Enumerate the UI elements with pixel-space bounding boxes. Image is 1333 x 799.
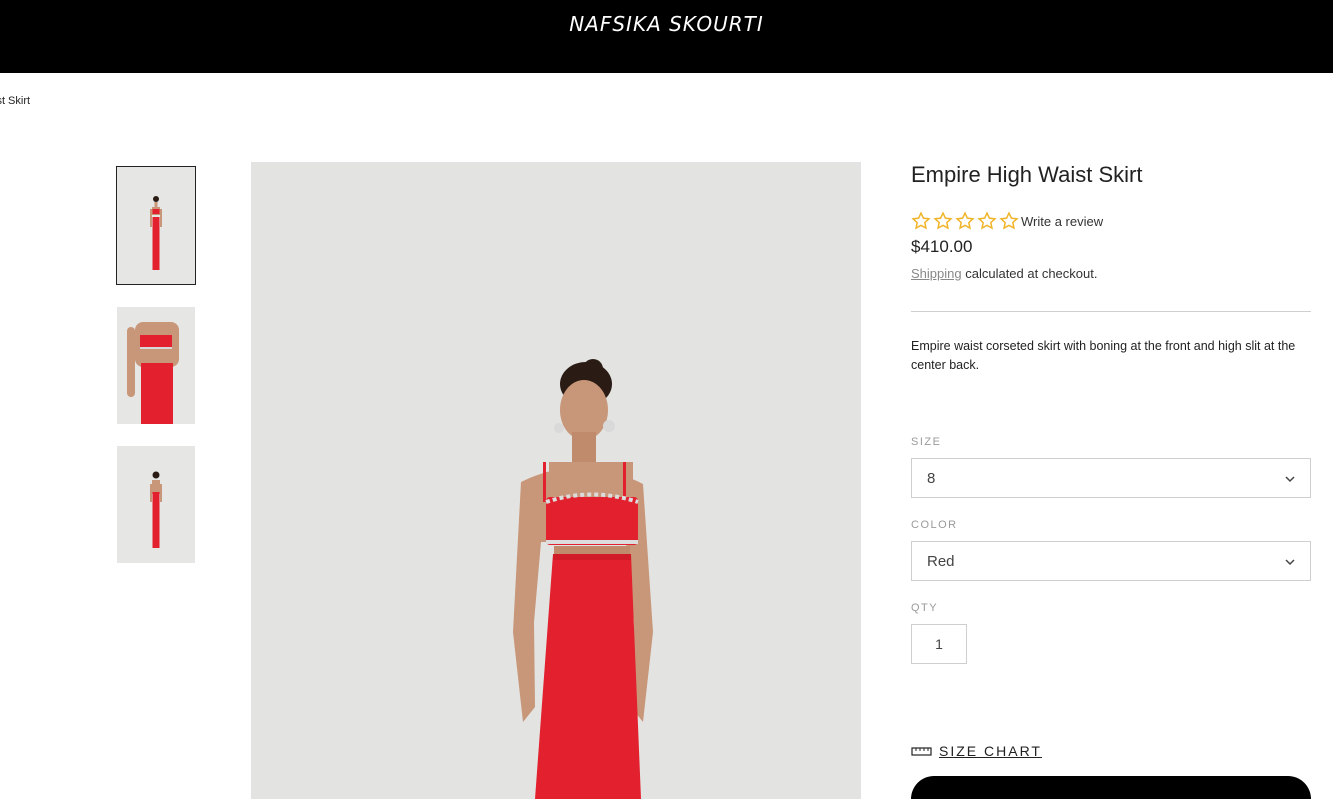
color-select[interactable]: Red	[911, 541, 1311, 581]
size-chart-label: SIZE CHART	[939, 743, 1042, 759]
add-to-cart-button[interactable]	[911, 776, 1311, 799]
size-chart-link[interactable]: SIZE CHART	[911, 743, 1042, 759]
divider	[911, 311, 1311, 312]
thumbnail-front-image	[117, 167, 195, 284]
shipping-note: Shipping calculated at checkout.	[911, 266, 1097, 281]
size-select-value: 8	[927, 470, 936, 487]
size-select[interactable]: 8	[911, 458, 1311, 498]
star-outline-icon[interactable]	[954, 211, 976, 231]
size-label: SIZE	[911, 436, 942, 448]
shipping-text: calculated at checkout.	[961, 266, 1098, 281]
qty-input[interactable]: 1	[911, 624, 967, 664]
rating-stars[interactable]: Write a review	[910, 211, 1103, 231]
thumbnail-back[interactable]	[117, 446, 195, 563]
thumbnail-closeup[interactable]	[117, 307, 195, 424]
thumbnail-back-image	[117, 446, 195, 563]
brand-logo[interactable]: NAFSIKA SKOURTI	[0, 12, 1333, 36]
color-select-value: Red	[927, 553, 955, 570]
color-label: COLOR	[911, 519, 958, 531]
star-outline-icon[interactable]	[910, 211, 932, 231]
product-description: Empire waist corseted skirt with boning …	[911, 339, 1296, 372]
star-outline-icon[interactable]	[998, 211, 1020, 231]
qty-label: QTY	[911, 602, 939, 614]
star-outline-icon[interactable]	[932, 211, 954, 231]
model-photo	[251, 162, 861, 799]
chevron-down-icon	[1285, 476, 1295, 483]
main-product-image[interactable]	[251, 162, 861, 799]
chevron-down-icon	[1285, 559, 1295, 566]
product-price: $410.00	[911, 237, 973, 256]
product-title: Empire High Waist Skirt	[911, 162, 1143, 187]
shipping-link[interactable]: Shipping	[911, 266, 962, 281]
site-header: NAFSIKA SKOURTI	[0, 0, 1333, 73]
write-review-link[interactable]: Write a review	[1021, 214, 1103, 229]
breadcrumb[interactable]: ist Skirt	[0, 95, 30, 107]
brand-logo-text: NAFSIKA SKOURTI	[569, 12, 764, 36]
star-outline-icon[interactable]	[976, 211, 998, 231]
thumbnail-closeup-image	[117, 307, 195, 424]
thumbnail-front[interactable]	[116, 166, 196, 285]
ruler-icon	[911, 747, 932, 756]
